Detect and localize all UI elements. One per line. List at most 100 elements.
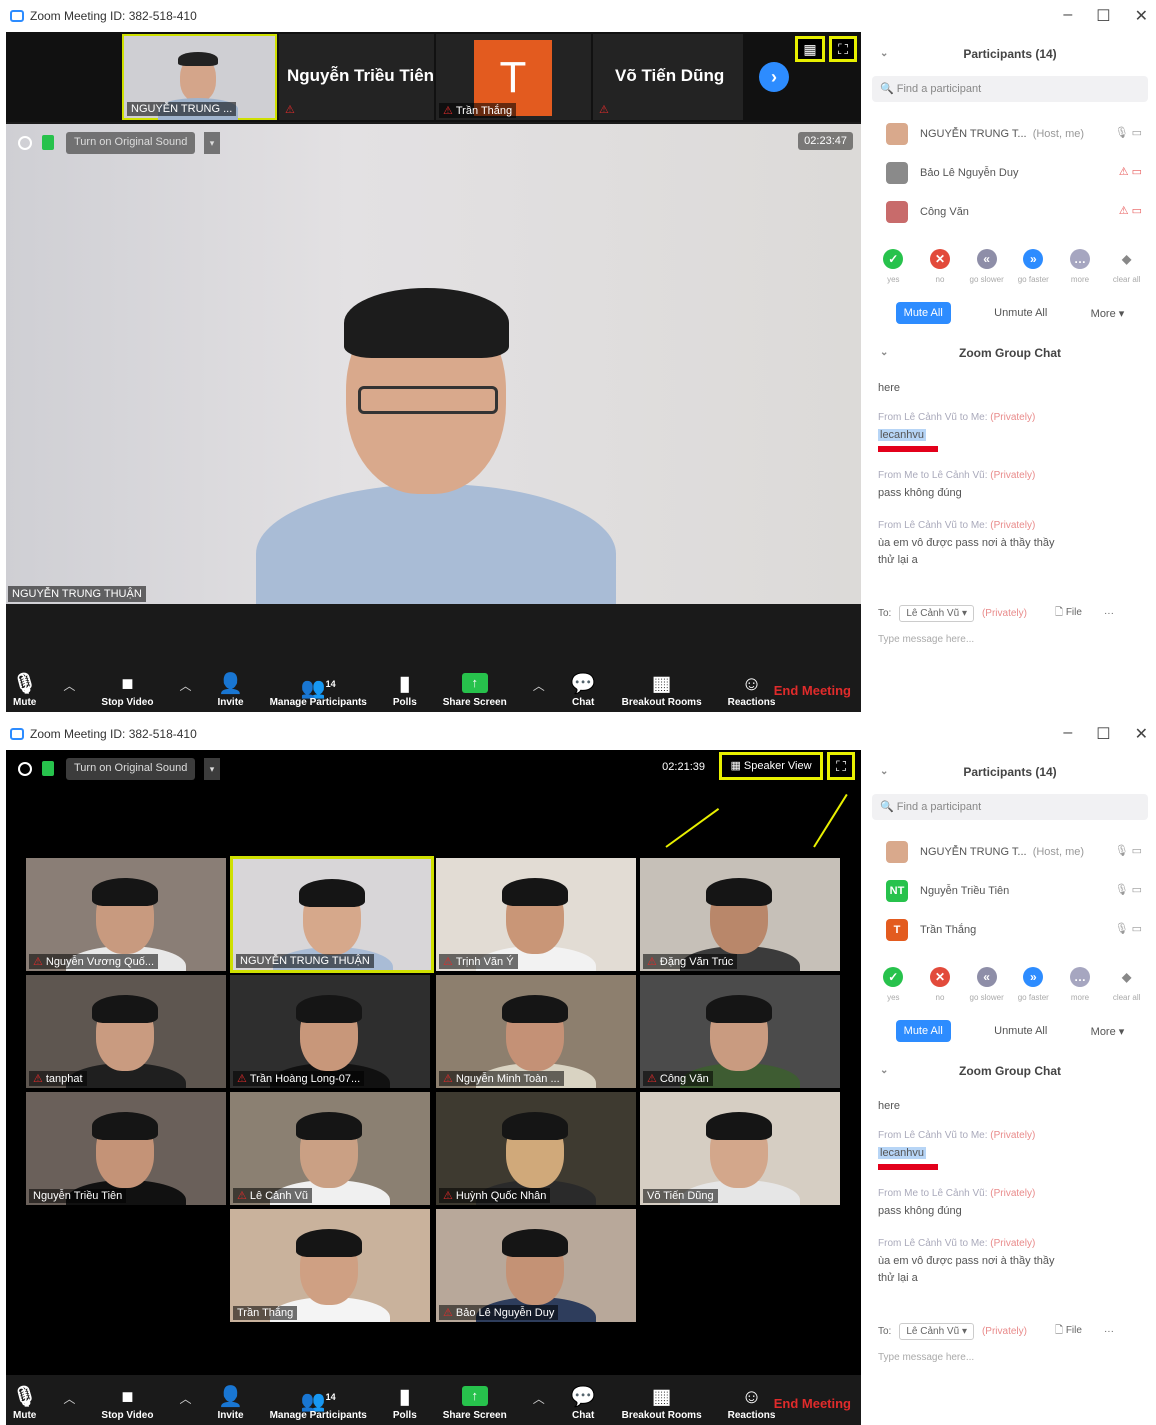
chevron-up-icon[interactable]: ︿ bbox=[63, 1390, 75, 1407]
chevron-down-icon[interactable]: ▾ bbox=[204, 132, 220, 154]
participant-row[interactable]: T Trần Thắng 🎙 ▭ bbox=[864, 910, 1156, 949]
reaction-more[interactable]: … more bbox=[1057, 967, 1103, 1002]
fullscreen-icon[interactable]: ⛶ bbox=[827, 752, 855, 780]
end-meeting-button[interactable]: End Meeting bbox=[774, 683, 851, 698]
chevron-down-icon[interactable]: ▾ bbox=[204, 758, 220, 780]
gallery-tile[interactable]: ⚠ tanphat bbox=[26, 975, 226, 1088]
breakout-rooms-button[interactable]: ▦ Breakout Rooms bbox=[622, 671, 702, 708]
gallery-tile[interactable]: ⚠ Trịnh Văn Ý bbox=[436, 858, 636, 971]
close-button[interactable]: ✕ bbox=[1135, 724, 1148, 744]
file-button[interactable]: 🗋 File bbox=[1055, 605, 1082, 622]
more-button[interactable]: More ▾ bbox=[1091, 1025, 1125, 1038]
file-button[interactable]: 🗋 File bbox=[1055, 1323, 1082, 1340]
mic-camera-icons[interactable]: 🎙 ▭ bbox=[1115, 126, 1142, 139]
participant-row[interactable]: NT Nguyễn Triều Tiên 🎙 ▭ bbox=[864, 871, 1156, 910]
original-sound-button[interactable]: Turn on Original Sound bbox=[66, 758, 196, 780]
polls-button[interactable]: ▮ Polls bbox=[393, 1384, 417, 1421]
reaction-clear-all[interactable]: ◆ clear all bbox=[1104, 249, 1150, 284]
chat-button[interactable]: 💬 Chat bbox=[571, 671, 596, 708]
reaction-no[interactable]: ✕ no bbox=[917, 249, 963, 284]
reaction-go-faster[interactable]: » go faster bbox=[1010, 249, 1056, 284]
chevron-up-icon[interactable]: ︿ bbox=[179, 677, 191, 694]
gallery-tile[interactable]: ⚠ Nguyễn Vương Quố... bbox=[26, 858, 226, 971]
strip-tile[interactable]: Võ Tiến Dũng ⚠ bbox=[593, 34, 743, 120]
chevron-down-icon[interactable]: ⌄ bbox=[880, 1042, 888, 1100]
gallery-tile[interactable]: NGUYỄN TRUNG THUẬN bbox=[230, 856, 434, 973]
maximize-button[interactable]: ☐ bbox=[1096, 6, 1110, 26]
more-icon[interactable]: ··· bbox=[1104, 1326, 1114, 1337]
end-meeting-button[interactable]: End Meeting bbox=[774, 1396, 851, 1411]
lock-icon[interactable] bbox=[42, 135, 54, 150]
participant-row[interactable]: NGUYỄN TRUNG T... (Host, me) 🎙 ▭ bbox=[864, 832, 1156, 871]
mic-camera-icons[interactable]: 🎙 ▭ bbox=[1115, 883, 1142, 896]
participant-row[interactable]: Công Văn ⚠ ▭ bbox=[864, 192, 1156, 231]
chat-button[interactable]: 💬 Chat bbox=[571, 1384, 596, 1421]
invite-button[interactable]: 👤 Invite bbox=[217, 1384, 243, 1421]
gallery-tile[interactable]: ⚠ Trần Hoàng Long-07... bbox=[230, 975, 430, 1088]
gallery-tile[interactable]: ⚠ Nguyễn Minh Toàn ... bbox=[436, 975, 636, 1088]
close-button[interactable]: ✕ bbox=[1135, 6, 1148, 26]
chevron-up-icon[interactable]: ︿ bbox=[533, 1390, 545, 1407]
gallery-view-grid-icon[interactable]: ▦ bbox=[795, 36, 825, 62]
gallery-tile[interactable]: ⚠ Công Văn bbox=[640, 975, 840, 1088]
reaction-go-faster[interactable]: » go faster bbox=[1010, 967, 1056, 1002]
gallery-tile[interactable]: ⚠ Bảo Lê Nguyễn Duy bbox=[436, 1209, 636, 1322]
mute-button[interactable]: 🎙 Mute bbox=[12, 671, 37, 708]
mic-camera-icons[interactable]: 🎙 ▭ bbox=[1115, 922, 1142, 935]
unmute-all-button[interactable]: Unmute All bbox=[994, 307, 1047, 319]
fullscreen-icon[interactable]: ⛶ bbox=[829, 36, 857, 62]
original-sound-button[interactable]: Turn on Original Sound bbox=[66, 132, 196, 154]
mute-button[interactable]: 🎙 Mute bbox=[12, 1384, 37, 1421]
chevron-down-icon[interactable]: ⌄ bbox=[880, 32, 888, 76]
participant-search-input[interactable]: 🔍 Find a participant bbox=[872, 76, 1148, 102]
participant-search-input[interactable]: 🔍 Find a participant bbox=[872, 794, 1148, 820]
gallery-tile[interactable]: Võ Tiến Dũng bbox=[640, 1092, 840, 1205]
gallery-tile[interactable]: ⚠ Lê Cảnh Vũ bbox=[230, 1092, 430, 1205]
reaction-yes[interactable]: ✓ yes bbox=[870, 249, 916, 284]
more-button[interactable]: More ▾ bbox=[1091, 307, 1125, 320]
recipient-dropdown[interactable]: Lê Cảnh Vũ ▾ bbox=[899, 605, 974, 622]
unmute-all-button[interactable]: Unmute All bbox=[994, 1025, 1047, 1037]
more-icon[interactable]: ··· bbox=[1104, 608, 1114, 619]
maximize-button[interactable]: ☐ bbox=[1096, 724, 1110, 744]
chat-message-input[interactable]: Type message here... bbox=[864, 622, 1156, 657]
chevron-up-icon[interactable]: ︿ bbox=[63, 677, 75, 694]
polls-button[interactable]: ▮ Polls bbox=[393, 671, 417, 708]
reaction-go-slower[interactable]: « go slower bbox=[964, 967, 1010, 1002]
reaction-clear-all[interactable]: ◆ clear all bbox=[1104, 967, 1150, 1002]
manage-participants-button[interactable]: 👥14 Manage Participants bbox=[270, 1384, 367, 1421]
participant-row[interactable]: Bảo Lê Nguyễn Duy ⚠ ▭ bbox=[864, 153, 1156, 192]
speaker-view-button[interactable]: ▦ Speaker View bbox=[719, 752, 823, 780]
chevron-up-icon[interactable]: ︿ bbox=[533, 677, 545, 694]
reaction-more[interactable]: … more bbox=[1057, 249, 1103, 284]
breakout-rooms-button[interactable]: ▦ Breakout Rooms bbox=[622, 1384, 702, 1421]
info-icon[interactable] bbox=[18, 136, 32, 150]
chevron-down-icon[interactable]: ⌄ bbox=[880, 750, 888, 794]
stop-video-button[interactable]: ■ Stop Video bbox=[101, 671, 153, 708]
reactions-button[interactable]: ☺ Reactions bbox=[728, 1384, 776, 1421]
reaction-yes[interactable]: ✓ yes bbox=[870, 967, 916, 1002]
next-page-button[interactable]: › bbox=[759, 62, 789, 92]
gallery-tile[interactable]: ⚠ Đặng Văn Trúc bbox=[640, 858, 840, 971]
chevron-down-icon[interactable]: ⌄ bbox=[880, 324, 888, 382]
chat-message-input[interactable]: Type message here... bbox=[864, 1340, 1156, 1375]
reaction-no[interactable]: ✕ no bbox=[917, 967, 963, 1002]
invite-button[interactable]: 👤 Invite bbox=[217, 671, 243, 708]
muted-mic-camera-icons[interactable]: ⚠ ▭ bbox=[1119, 165, 1142, 178]
recipient-dropdown[interactable]: Lê Cảnh Vũ ▾ bbox=[899, 1323, 974, 1340]
mic-camera-icons[interactable]: 🎙 ▭ bbox=[1115, 844, 1142, 857]
strip-tile[interactable]: T ⚠ Trần Thắng bbox=[436, 34, 591, 120]
gallery-tile[interactable]: Trần Thắng bbox=[230, 1209, 430, 1322]
minimize-button[interactable]: – bbox=[1063, 724, 1072, 744]
reactions-button[interactable]: ☺ Reactions bbox=[728, 671, 776, 708]
strip-tile[interactable]: NGUYỄN TRUNG ... bbox=[122, 34, 277, 120]
participant-row[interactable]: NGUYỄN TRUNG T... (Host, me) 🎙 ▭ bbox=[864, 114, 1156, 153]
manage-participants-button[interactable]: 👥14 Manage Participants bbox=[270, 671, 367, 708]
share-screen-button[interactable]: ↑ Share Screen bbox=[443, 1386, 507, 1421]
info-icon[interactable] bbox=[18, 762, 32, 776]
reaction-go-slower[interactable]: « go slower bbox=[964, 249, 1010, 284]
chevron-up-icon[interactable]: ︿ bbox=[179, 1390, 191, 1407]
minimize-button[interactable]: – bbox=[1063, 6, 1072, 26]
mute-all-button[interactable]: Mute All bbox=[895, 302, 951, 324]
lock-icon[interactable] bbox=[42, 761, 54, 776]
